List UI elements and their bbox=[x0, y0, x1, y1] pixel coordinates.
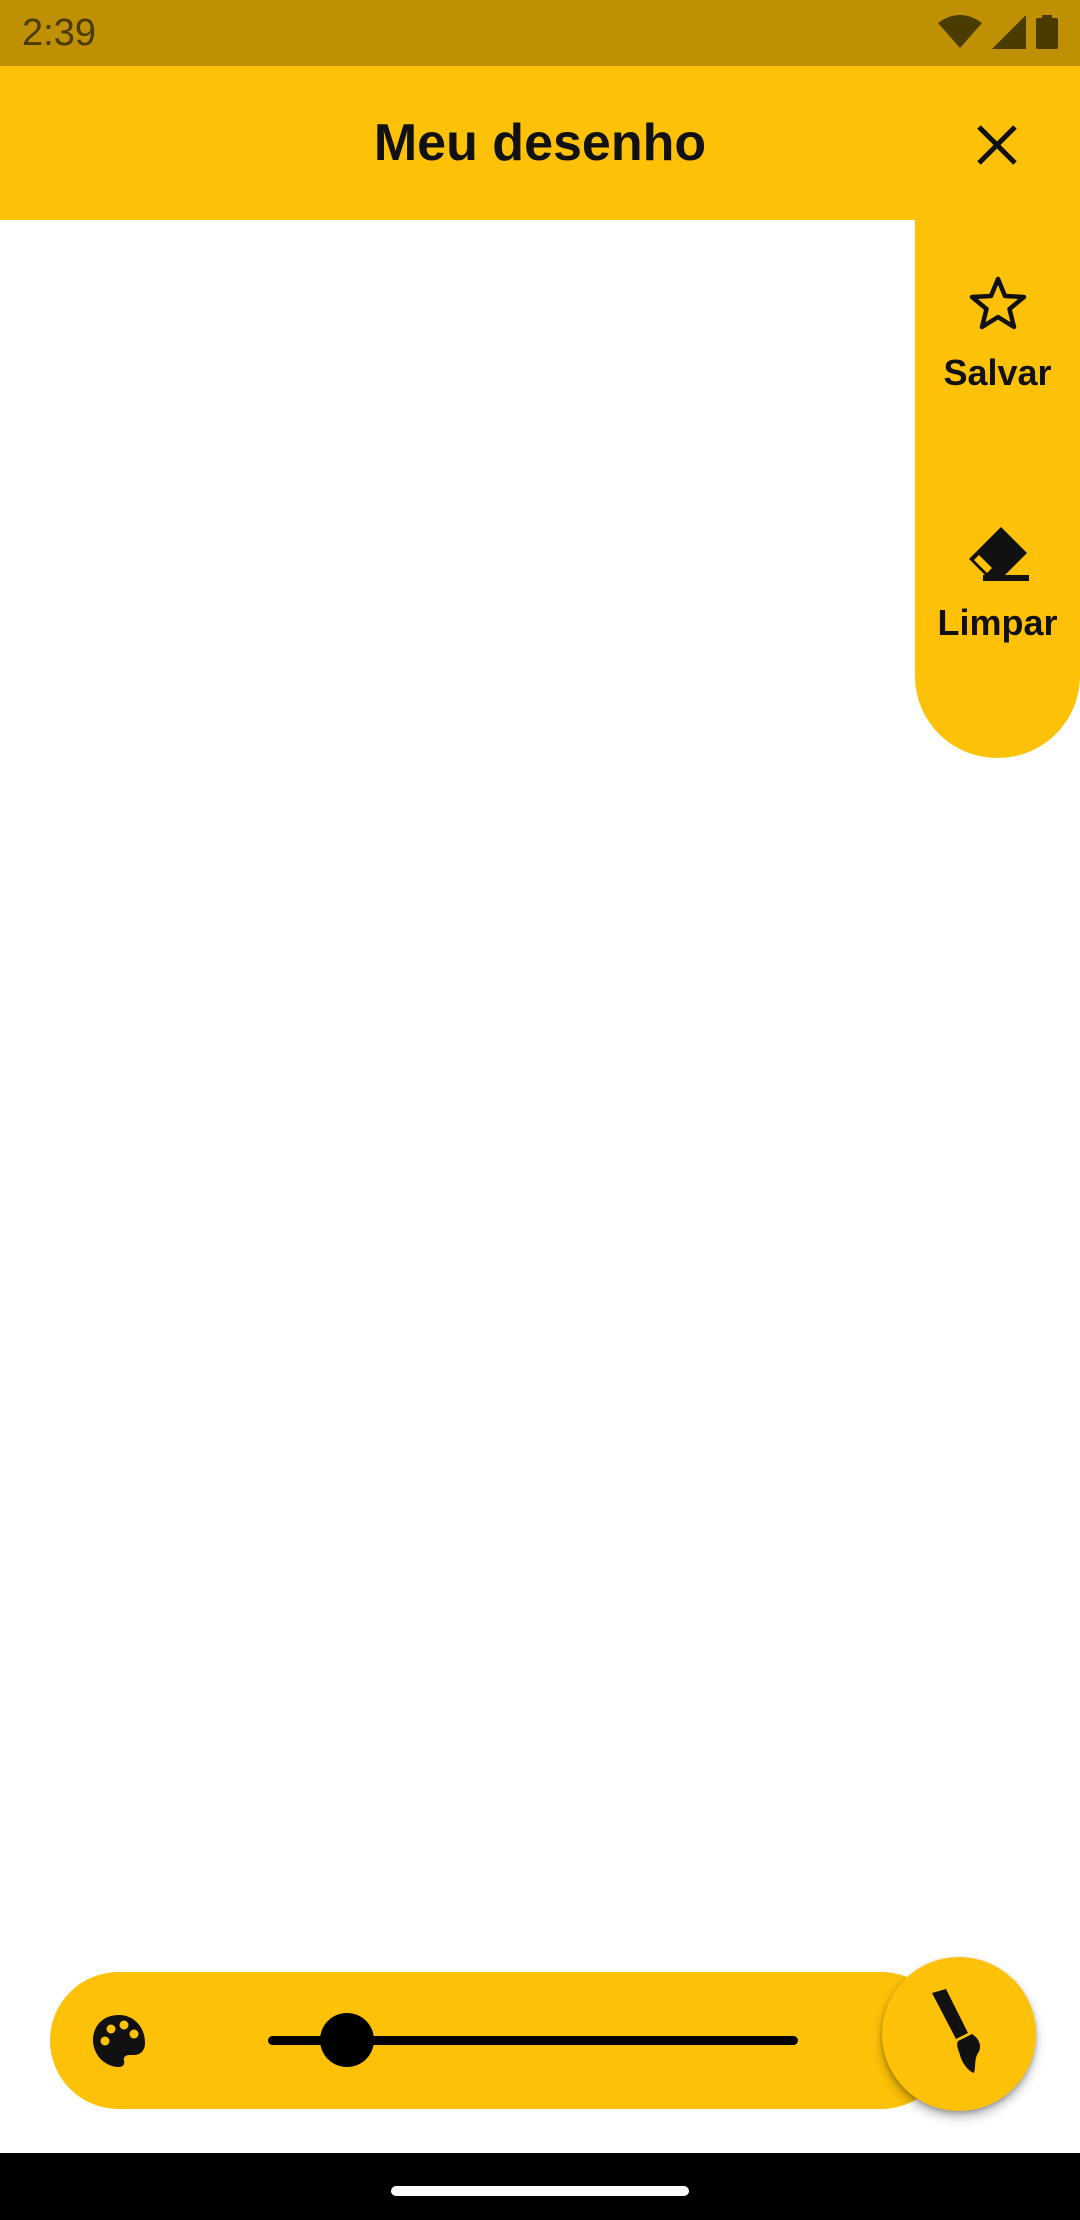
palette-icon bbox=[90, 2015, 148, 2074]
navigation-bar bbox=[0, 2153, 1080, 2220]
close-icon bbox=[975, 123, 1019, 172]
page-title: Meu desenho bbox=[373, 114, 707, 172]
home-indicator[interactable] bbox=[391, 2186, 689, 2196]
bottom-toolbar bbox=[50, 1972, 950, 2109]
brush-icon bbox=[924, 1987, 994, 2082]
brush-fab[interactable] bbox=[882, 1957, 1036, 2111]
star-outline-icon bbox=[968, 275, 1028, 338]
status-icons bbox=[938, 14, 1058, 54]
save-button[interactable]: Salvar bbox=[915, 275, 1080, 394]
signal-icon bbox=[992, 14, 1026, 54]
eraser-icon bbox=[965, 523, 1031, 588]
clear-button[interactable]: Limpar bbox=[915, 523, 1080, 644]
clear-label: Limpar bbox=[937, 602, 1058, 643]
close-button[interactable] bbox=[962, 112, 1032, 182]
color-palette-button[interactable] bbox=[90, 2012, 148, 2070]
wifi-icon bbox=[938, 14, 982, 54]
side-menu: Salvar Limpar bbox=[915, 220, 1080, 758]
status-bar: 2:39 bbox=[0, 0, 1080, 66]
battery-icon bbox=[1036, 14, 1058, 54]
brush-size-slider[interactable] bbox=[268, 2010, 798, 2070]
save-label: Salvar bbox=[943, 352, 1052, 393]
slider-thumb[interactable] bbox=[320, 2013, 374, 2067]
status-time: 2:39 bbox=[22, 12, 96, 54]
app-bar: Meu desenho bbox=[0, 66, 1080, 220]
